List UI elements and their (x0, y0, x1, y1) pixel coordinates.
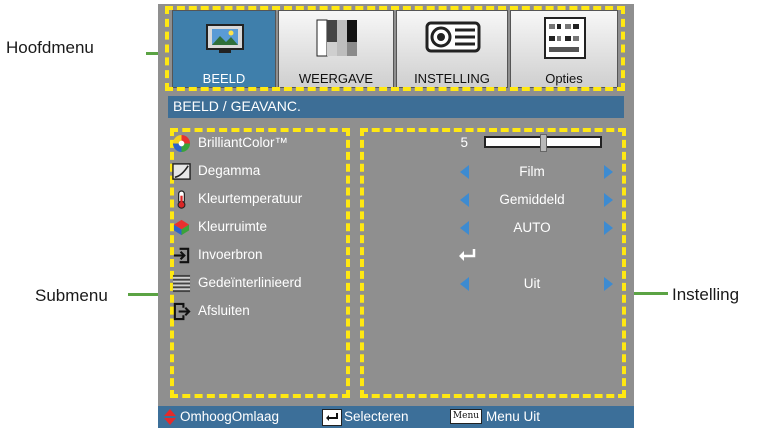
color-wheel-icon (172, 134, 191, 153)
brilliantcolor-slider[interactable] (484, 134, 602, 152)
menu-item-label: Kleurtemperatuur (198, 191, 303, 206)
menu-key-icon: Menu (450, 409, 482, 424)
menu-item-label: Gedeïnterlinieerd (198, 275, 302, 290)
deinterlace-icon (172, 274, 191, 293)
footer-menu-exit-label: Menu Uit (486, 409, 541, 424)
color-space-left-arrow[interactable] (460, 221, 469, 235)
menu-item-label: Invoerbron (198, 247, 263, 262)
osd-menu: BEELD WEERGAVE INSTELLING Opties BEELD /… (158, 4, 634, 428)
footer-bar: OmhoogOmlaag Selecteren Menu Menu Uit (158, 406, 634, 428)
menu-item-label: Kleurruimte (198, 219, 268, 234)
color-temperature-value: Gemiddeld (499, 192, 565, 207)
main-menu-highlight (165, 6, 625, 91)
menu-item-kleurtemperatuur[interactable]: Kleurtemperatuur (172, 189, 352, 211)
input-source-icon (173, 247, 190, 264)
section-title: BEELD / GEAVANC. (173, 98, 301, 114)
exit-icon (173, 302, 191, 321)
color-space-right-arrow[interactable] (604, 221, 613, 235)
thermometer-icon (177, 190, 186, 209)
deinterlace-value: Uit (523, 276, 541, 291)
deinterlace-left-arrow[interactable] (460, 277, 469, 291)
enter-key-icon (322, 409, 342, 426)
brilliantcolor-value: 5 (460, 135, 468, 150)
footer-select-label: Selecteren (344, 409, 409, 424)
deinterlace-right-arrow[interactable] (604, 277, 613, 291)
color-space-value: AUTO (513, 220, 551, 235)
menu-item-invoerbron[interactable]: Invoerbron (172, 245, 352, 267)
footer-updown-label: OmhoogOmlaag (180, 409, 280, 424)
menu-item-kleurruimte[interactable]: Kleurruimte (172, 217, 352, 239)
menu-item-label: Afsluiten (198, 303, 250, 318)
color-temperature-left-arrow[interactable] (460, 193, 469, 207)
menu-item-afsluiten[interactable]: Afsluiten (172, 301, 352, 323)
slider-thumb[interactable] (540, 134, 547, 152)
degamma-left-arrow[interactable] (460, 165, 469, 179)
callout-submenu: Submenu (35, 286, 108, 305)
menu-item-degamma[interactable]: Degamma (172, 161, 352, 183)
degamma-value: Film (519, 164, 545, 179)
section-title-bar: BEELD / GEAVANC. (168, 96, 624, 118)
callout-main-menu: Hoofdmenu (6, 38, 94, 57)
menu-item-label: Degamma (198, 163, 261, 178)
menu-item-gedeinterlinieerd[interactable]: Gedeïnterlinieerd (172, 273, 352, 295)
menu-item-brilliantcolor[interactable]: BrilliantColor™ (172, 133, 352, 155)
menu-item-label: BrilliantColor™ (198, 135, 289, 150)
color-space-icon (173, 219, 190, 236)
degamma-right-arrow[interactable] (604, 165, 613, 179)
enter-icon[interactable] (456, 247, 478, 263)
callout-setting: Instelling (672, 285, 740, 304)
gamma-curve-icon (172, 163, 191, 180)
up-down-arrow-icon (164, 409, 176, 425)
color-temperature-right-arrow[interactable] (604, 193, 613, 207)
